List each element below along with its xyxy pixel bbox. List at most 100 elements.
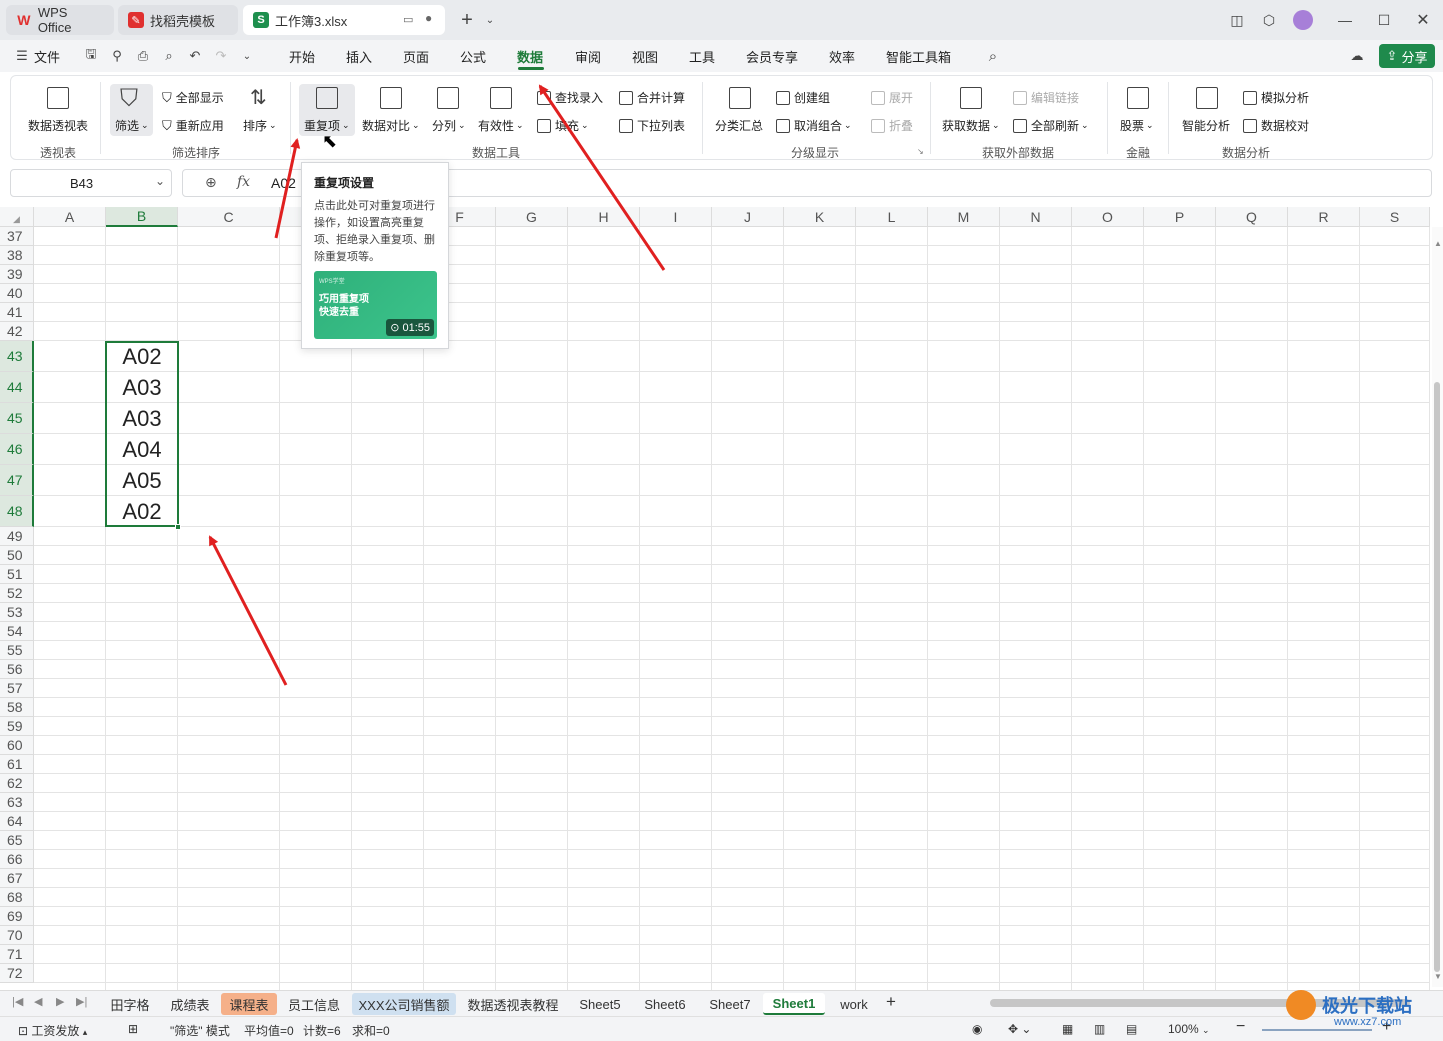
sheet-tab-5[interactable]: XXX公司销售额 [352, 993, 456, 1015]
validity-button[interactable]: 有效性 ⌄ [478, 117, 524, 134]
menu-start[interactable]: 开始 [289, 47, 315, 66]
sheet-tab-1[interactable]: 田字格 [102, 993, 158, 1015]
sheet-tab-10[interactable]: Sheet1 [763, 993, 825, 1015]
window-icon[interactable]: ▭ [403, 13, 413, 26]
zoom-icon[interactable]: ⊕ [205, 174, 217, 191]
row-header-66[interactable]: 66 [0, 850, 34, 869]
print-preview-icon[interactable]: ⌕ [161, 48, 177, 64]
menu-page[interactable]: 页面 [403, 47, 429, 66]
print-icon[interactable]: ⎙ [135, 48, 151, 64]
row-header-40[interactable]: 40 [0, 284, 34, 303]
add-sheet-icon[interactable]: + [886, 992, 896, 1012]
fill-handle[interactable] [175, 524, 181, 530]
expand-button[interactable]: 展开 [871, 89, 913, 106]
sheet-tab-9[interactable]: Sheet7 [699, 993, 761, 1015]
menu-efficiency[interactable]: 效率 [829, 47, 855, 66]
row-header-63[interactable]: 63 [0, 793, 34, 812]
menu-view[interactable]: 视图 [632, 47, 658, 66]
menu-formula[interactable]: 公式 [460, 47, 486, 66]
fx-icon[interactable]: fx [237, 174, 250, 190]
search-icon[interactable]: ⌕ [985, 48, 1001, 65]
validity-icon[interactable] [490, 87, 512, 109]
row-header-47[interactable]: 47 [0, 465, 34, 496]
row-header-48[interactable]: 48 [0, 496, 34, 527]
menu-file[interactable]: 文件 [34, 47, 60, 66]
menu-insert[interactable]: 插入 [346, 47, 372, 66]
sheet-tab-2[interactable]: 成绩表 [162, 993, 218, 1015]
row-header-50[interactable]: 50 [0, 546, 34, 565]
row-header-72[interactable]: 72 [0, 964, 34, 983]
scroll-up-icon[interactable]: ▲ [1434, 239, 1442, 248]
column-header-n[interactable]: N [1000, 207, 1072, 227]
row-header-67[interactable]: 67 [0, 869, 34, 888]
get-data-button[interactable]: 获取数据 ⌄ [942, 117, 1000, 134]
row-header-56[interactable]: 56 [0, 660, 34, 679]
dialog-launcher-icon[interactable]: ↘ [917, 147, 924, 156]
edit-links-button[interactable]: 编辑链接 [1013, 89, 1079, 106]
row-header-64[interactable]: 64 [0, 812, 34, 831]
menu-data[interactable]: 数据 [517, 47, 543, 66]
row-header-53[interactable]: 53 [0, 603, 34, 622]
menu-tools[interactable]: 工具 [689, 47, 715, 66]
get-data-icon[interactable] [960, 87, 982, 109]
menu-smart-toolbox[interactable]: 智能工具箱 [886, 47, 951, 66]
menu-review[interactable]: 审阅 [575, 47, 601, 66]
filter-icon[interactable]: ⛉ [120, 85, 138, 113]
row-header-44[interactable]: 44 [0, 372, 34, 403]
compare-icon[interactable] [380, 87, 402, 109]
compare-button[interactable]: 数据对比 ⌄ [362, 117, 420, 134]
duplicates-icon[interactable] [316, 87, 338, 109]
tutorial-video[interactable]: WPS学堂 巧用重复项 快速去重 ⊙ 01:55 [314, 271, 437, 339]
sheet-tab-4[interactable]: 员工信息 [281, 993, 347, 1015]
consolidate-button[interactable]: 合并计算 [619, 89, 685, 106]
stocks-button[interactable]: 股票 ⌄ [1120, 117, 1154, 134]
smart-analysis-icon[interactable] [1196, 87, 1218, 109]
row-header-71[interactable]: 71 [0, 945, 34, 964]
sheet-tab-3[interactable]: 课程表 [221, 993, 277, 1015]
chevron-down-icon[interactable]: ⌄ [155, 174, 165, 188]
row-header-49[interactable]: 49 [0, 527, 34, 546]
refresh-all-button[interactable]: 全部刷新 ⌄ [1013, 117, 1089, 134]
tab-template[interactable]: ✎ 找稻壳模板 [118, 5, 238, 35]
ungroup-button[interactable]: 取消组合 ⌄ [776, 117, 852, 134]
select-all-corner[interactable]: ◢ [0, 207, 34, 227]
row-header-60[interactable]: 60 [0, 736, 34, 755]
macro-icon[interactable]: ⊞ [128, 1022, 138, 1036]
find-entry-button[interactable]: 查找录入 [537, 89, 603, 106]
next-sheet-icon[interactable]: ▶ [56, 995, 64, 1008]
unsaved-dot-icon[interactable]: ● [425, 11, 432, 25]
page-layout-icon[interactable]: ▥ [1094, 1022, 1105, 1036]
row-header-39[interactable]: 39 [0, 265, 34, 284]
new-tab-icon[interactable]: + [455, 8, 479, 32]
smart-analysis-button[interactable]: 智能分析 [1182, 117, 1230, 134]
row-header-61[interactable]: 61 [0, 755, 34, 774]
row-header-65[interactable]: 65 [0, 831, 34, 850]
last-sheet-icon[interactable]: ▶| [76, 995, 87, 1008]
zoom-slider[interactable] [1262, 1029, 1372, 1031]
subtotal-button[interactable]: 分类汇总 [715, 117, 763, 134]
column-header-p[interactable]: P [1144, 207, 1216, 227]
layout-icon[interactable]: ◫ [1225, 8, 1249, 32]
show-all-button[interactable]: ⛉ 全部显示 [162, 89, 224, 106]
payroll-button[interactable]: ⊡ 工资发放 ▴ [18, 1022, 87, 1039]
vertical-scrollbar[interactable]: ▲ ▼ [1432, 227, 1443, 987]
sheet-tab-7[interactable]: Sheet5 [569, 993, 631, 1015]
avatar[interactable] [1291, 8, 1315, 32]
maximize-icon[interactable]: ☐ [1372, 8, 1396, 32]
name-box[interactable]: B43 ⌄ [10, 169, 172, 197]
row-header-51[interactable]: 51 [0, 565, 34, 584]
sheet-tab-8[interactable]: Sheet6 [634, 993, 696, 1015]
column-header-a[interactable]: A [34, 207, 106, 227]
split-button[interactable]: 分列 ⌄ [432, 117, 466, 134]
chevron-down-icon[interactable]: ⌄ [478, 8, 502, 32]
column-header-g[interactable]: G [496, 207, 568, 227]
column-header-i[interactable]: I [640, 207, 712, 227]
row-header-68[interactable]: 68 [0, 888, 34, 907]
row-header-58[interactable]: 58 [0, 698, 34, 717]
row-header-62[interactable]: 62 [0, 774, 34, 793]
scroll-down-icon[interactable]: ▼ [1434, 972, 1442, 981]
hamburger-icon[interactable]: ☰ [14, 48, 30, 64]
tab-wps-office[interactable]: W WPS Office [6, 5, 114, 35]
row-header-59[interactable]: 59 [0, 717, 34, 736]
column-header-c[interactable]: C [178, 207, 280, 227]
